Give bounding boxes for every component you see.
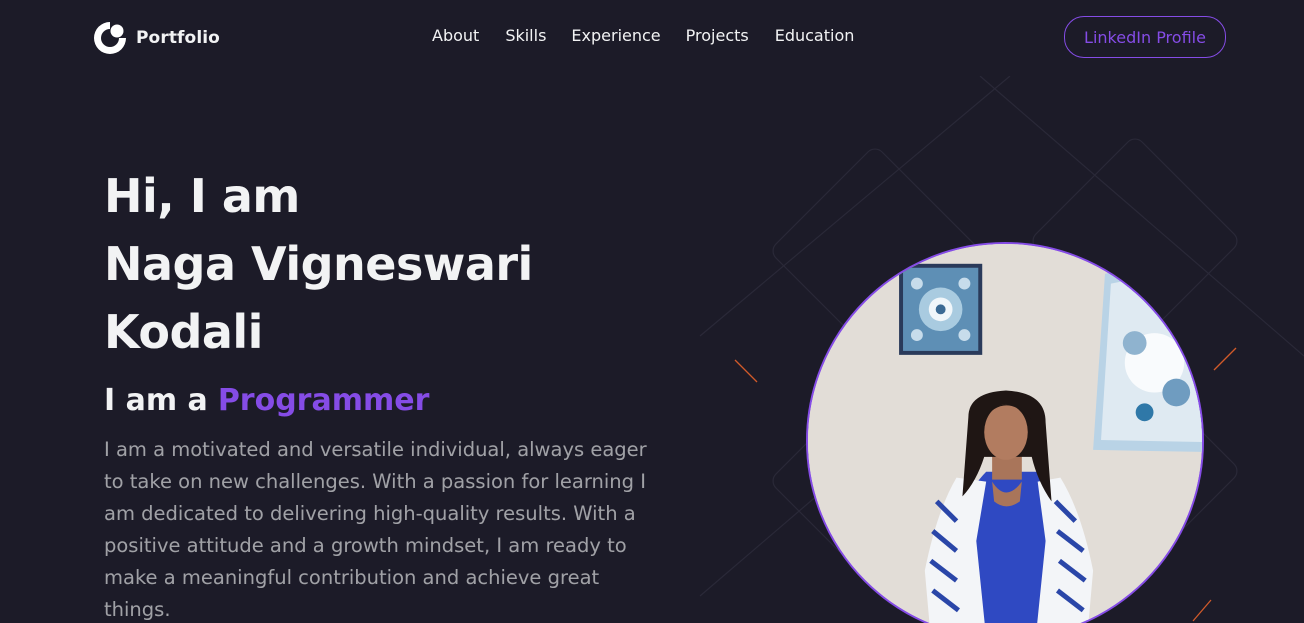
- hero-text: Hi, I am Naga Vigneswari Kodali I am a P…: [104, 162, 664, 623]
- logo-text: Portfolio: [136, 28, 220, 48]
- portfolio-logo-icon: [94, 22, 126, 54]
- role-prefix: I am a: [104, 383, 208, 418]
- logo[interactable]: Portfolio: [92, 20, 220, 56]
- wall-art-left: [899, 263, 983, 355]
- linkedin-profile-button[interactable]: LinkedIn Profile: [1064, 16, 1226, 58]
- role-text: Programmer: [217, 383, 430, 418]
- nav-link-skills[interactable]: Skills: [505, 26, 546, 45]
- nav-link-experience[interactable]: Experience: [571, 26, 660, 45]
- hero-title: Hi, I am Naga Vigneswari Kodali: [104, 162, 664, 366]
- nav-link-projects[interactable]: Projects: [686, 26, 749, 45]
- page: Portfolio About Skills Experience Projec…: [0, 0, 1304, 623]
- hero-description: I am a motivated and versatile individua…: [104, 438, 647, 621]
- profile-photo: [808, 244, 1202, 623]
- nav-links: About Skills Experience Projects Educati…: [432, 26, 854, 45]
- hero-name-line2: Kodali: [104, 305, 263, 359]
- nav-link-education[interactable]: Education: [775, 26, 855, 45]
- hero-greeting: Hi, I am: [104, 169, 300, 223]
- nav-link-about[interactable]: About: [432, 26, 479, 45]
- navbar: Portfolio About Skills Experience Projec…: [0, 0, 1304, 76]
- hero-subtitle: I am a Programmer: [104, 382, 664, 420]
- profile-image: [806, 242, 1204, 623]
- hero-name-line1: Naga Vigneswari: [104, 237, 533, 291]
